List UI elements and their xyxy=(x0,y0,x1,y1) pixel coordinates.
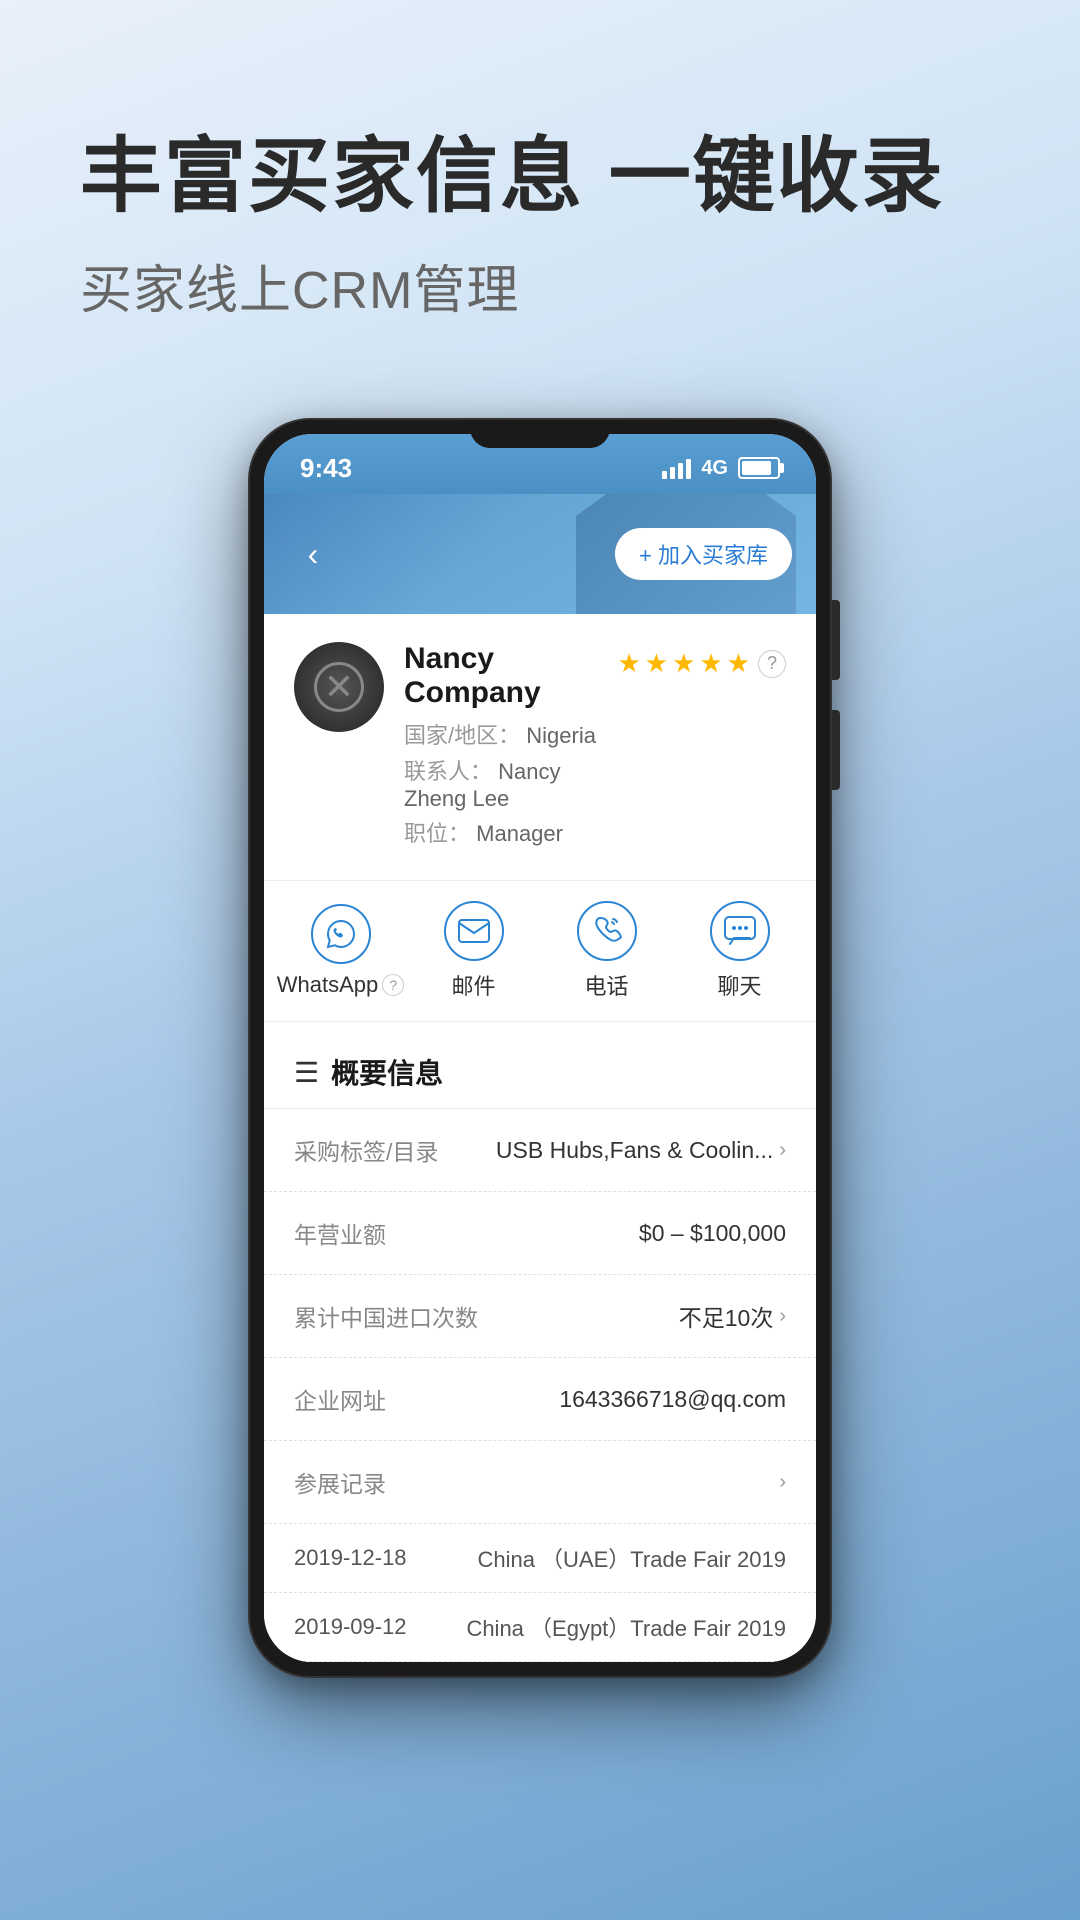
action-email[interactable]: 邮件 xyxy=(407,901,540,1001)
label-import-count: 累计中国进口次数 xyxy=(294,1299,478,1333)
star-2: ★ xyxy=(645,648,668,679)
overview-icon: ☰ xyxy=(294,1056,319,1089)
company-card: ✕ Nancy Company 国家/地区： Nigeria 联系人： Nanc… xyxy=(264,614,816,881)
email-label: 邮件 xyxy=(451,969,495,1001)
company-position-row: 职位： Manager xyxy=(404,816,597,848)
email-icon xyxy=(444,901,504,961)
country-label: 国家/地区： xyxy=(404,723,520,748)
country-value: Nigeria xyxy=(526,723,596,748)
whatsapp-help-icon[interactable]: ? xyxy=(382,974,404,996)
company-contact-row: 联系人： Nancy Zheng Lee xyxy=(404,754,597,812)
label-website: 企业网址 xyxy=(294,1382,386,1416)
expo-date-1: 2019-12-18 xyxy=(294,1545,407,1571)
action-phone[interactable]: 电话 xyxy=(540,901,673,1001)
company-avatar: ✕ xyxy=(294,642,384,732)
signal-bar-2 xyxy=(670,467,675,479)
action-chat[interactable]: 聊天 xyxy=(673,901,806,1001)
row-purchase-tags: 采购标签/目录 USB Hubs,Fans & Coolin... › xyxy=(264,1109,816,1192)
phone-screen: 9:43 4G xyxy=(264,434,816,1662)
import-count-text: 不足10次 xyxy=(679,1299,774,1333)
expo-record-2: 2019-09-12 China （Egypt）Trade Fair 2019 xyxy=(264,1593,816,1662)
phone-action-label: 电话 xyxy=(584,969,628,1001)
phone-mockup: 9:43 4G xyxy=(250,420,830,1676)
info-section: ☰ 概要信息 采购标签/目录 USB Hubs,Fans & Coolin...… xyxy=(264,1028,816,1662)
star-5: ★ xyxy=(727,648,750,679)
value-expo-records: › xyxy=(779,1471,786,1494)
network-type: 4G xyxy=(701,457,728,480)
action-row: WhatsApp ? 邮件 xyxy=(264,881,816,1022)
signal-bar-3 xyxy=(678,463,683,479)
signal-bars-icon xyxy=(662,457,691,479)
sub-title: 买家线上CRM管理 xyxy=(80,248,1000,323)
whatsapp-label: WhatsApp ? xyxy=(277,972,405,998)
signal-bar-4 xyxy=(686,459,691,479)
expo-name-2: China （Egypt）Trade Fair 2019 xyxy=(466,1611,786,1643)
expo-date-2: 2019-09-12 xyxy=(294,1614,407,1640)
overview-title: 概要信息 xyxy=(331,1052,443,1092)
import-count-chevron-icon: › xyxy=(779,1305,786,1328)
status-icons: 4G xyxy=(662,457,780,480)
chevron-right-icon: › xyxy=(779,1139,786,1162)
row-import-count: 累计中国进口次数 不足10次 › xyxy=(264,1275,816,1358)
star-help-icon[interactable]: ? xyxy=(758,650,786,678)
main-title: 丰富买家信息 一键收录 xyxy=(80,130,1000,224)
star-4: ★ xyxy=(699,648,722,679)
row-revenue: 年营业额 $0 – $100,000 xyxy=(264,1192,816,1275)
contact-label: 联系人： xyxy=(404,759,492,784)
phone-frame: 9:43 4G xyxy=(250,420,830,1676)
star-3: ★ xyxy=(672,648,695,679)
status-time: 9:43 xyxy=(300,453,352,484)
company-name: Nancy Company xyxy=(404,642,597,710)
label-purchase-tags: 采购标签/目录 xyxy=(294,1133,438,1167)
avatar-pattern: ✕ xyxy=(294,642,384,732)
header-section: 丰富买家信息 一键收录 买家线上CRM管理 xyxy=(0,0,1080,363)
signal-bar-1 xyxy=(662,471,667,479)
battery-fill xyxy=(742,461,771,475)
position-label: 职位： xyxy=(404,821,470,846)
page-content: 丰富买家信息 一键收录 买家线上CRM管理 9:43 4G xyxy=(0,0,1080,1920)
chat-icon xyxy=(710,901,770,961)
chat-label: 聊天 xyxy=(717,969,761,1001)
avatar-cross-icon: ✕ xyxy=(324,669,354,705)
row-expo-records[interactable]: 参展记录 › xyxy=(264,1441,816,1524)
action-whatsapp[interactable]: WhatsApp ? xyxy=(274,904,407,998)
add-buyer-button[interactable]: + 加入买家库 xyxy=(615,528,792,580)
phone-icon xyxy=(577,901,637,961)
whatsapp-text: WhatsApp xyxy=(277,972,379,998)
value-revenue: $0 – $100,000 xyxy=(639,1220,786,1247)
back-button[interactable]: ‹ xyxy=(288,529,338,579)
value-import-count[interactable]: 不足10次 › xyxy=(679,1299,786,1333)
avatar-inner-circle: ✕ xyxy=(314,662,364,712)
value-website: 1643366718@qq.com xyxy=(559,1386,786,1413)
label-expo-records: 参展记录 xyxy=(294,1465,386,1499)
expo-name-1: China （UAE）Trade Fair 2019 xyxy=(477,1542,786,1574)
label-revenue: 年营业额 xyxy=(294,1216,386,1250)
expo-record-1: 2019-12-18 China （UAE）Trade Fair 2019 xyxy=(264,1524,816,1593)
star-rating: ★ ★ ★ ★ ★ ? xyxy=(617,648,786,679)
expo-chevron-icon: › xyxy=(779,1471,786,1494)
battery-body xyxy=(738,457,780,479)
phone-notch xyxy=(470,420,610,448)
company-info: Nancy Company 国家/地区： Nigeria 联系人： Nancy … xyxy=(404,642,597,852)
whatsapp-icon xyxy=(311,904,371,964)
star-1: ★ xyxy=(617,648,640,679)
row-website: 企业网址 1643366718@qq.com xyxy=(264,1358,816,1441)
value-purchase-tags[interactable]: USB Hubs,Fans & Coolin... › xyxy=(496,1137,786,1164)
header-banner: ‹ + 加入买家库 xyxy=(264,494,816,614)
company-country-row: 国家/地区： Nigeria xyxy=(404,718,597,750)
overview-header: ☰ 概要信息 xyxy=(264,1028,816,1109)
purchase-tags-text: USB Hubs,Fans & Coolin... xyxy=(496,1137,773,1164)
position-value: Manager xyxy=(476,821,563,846)
company-right: ★ ★ ★ ★ ★ ? xyxy=(617,642,786,679)
battery-icon xyxy=(738,457,780,479)
